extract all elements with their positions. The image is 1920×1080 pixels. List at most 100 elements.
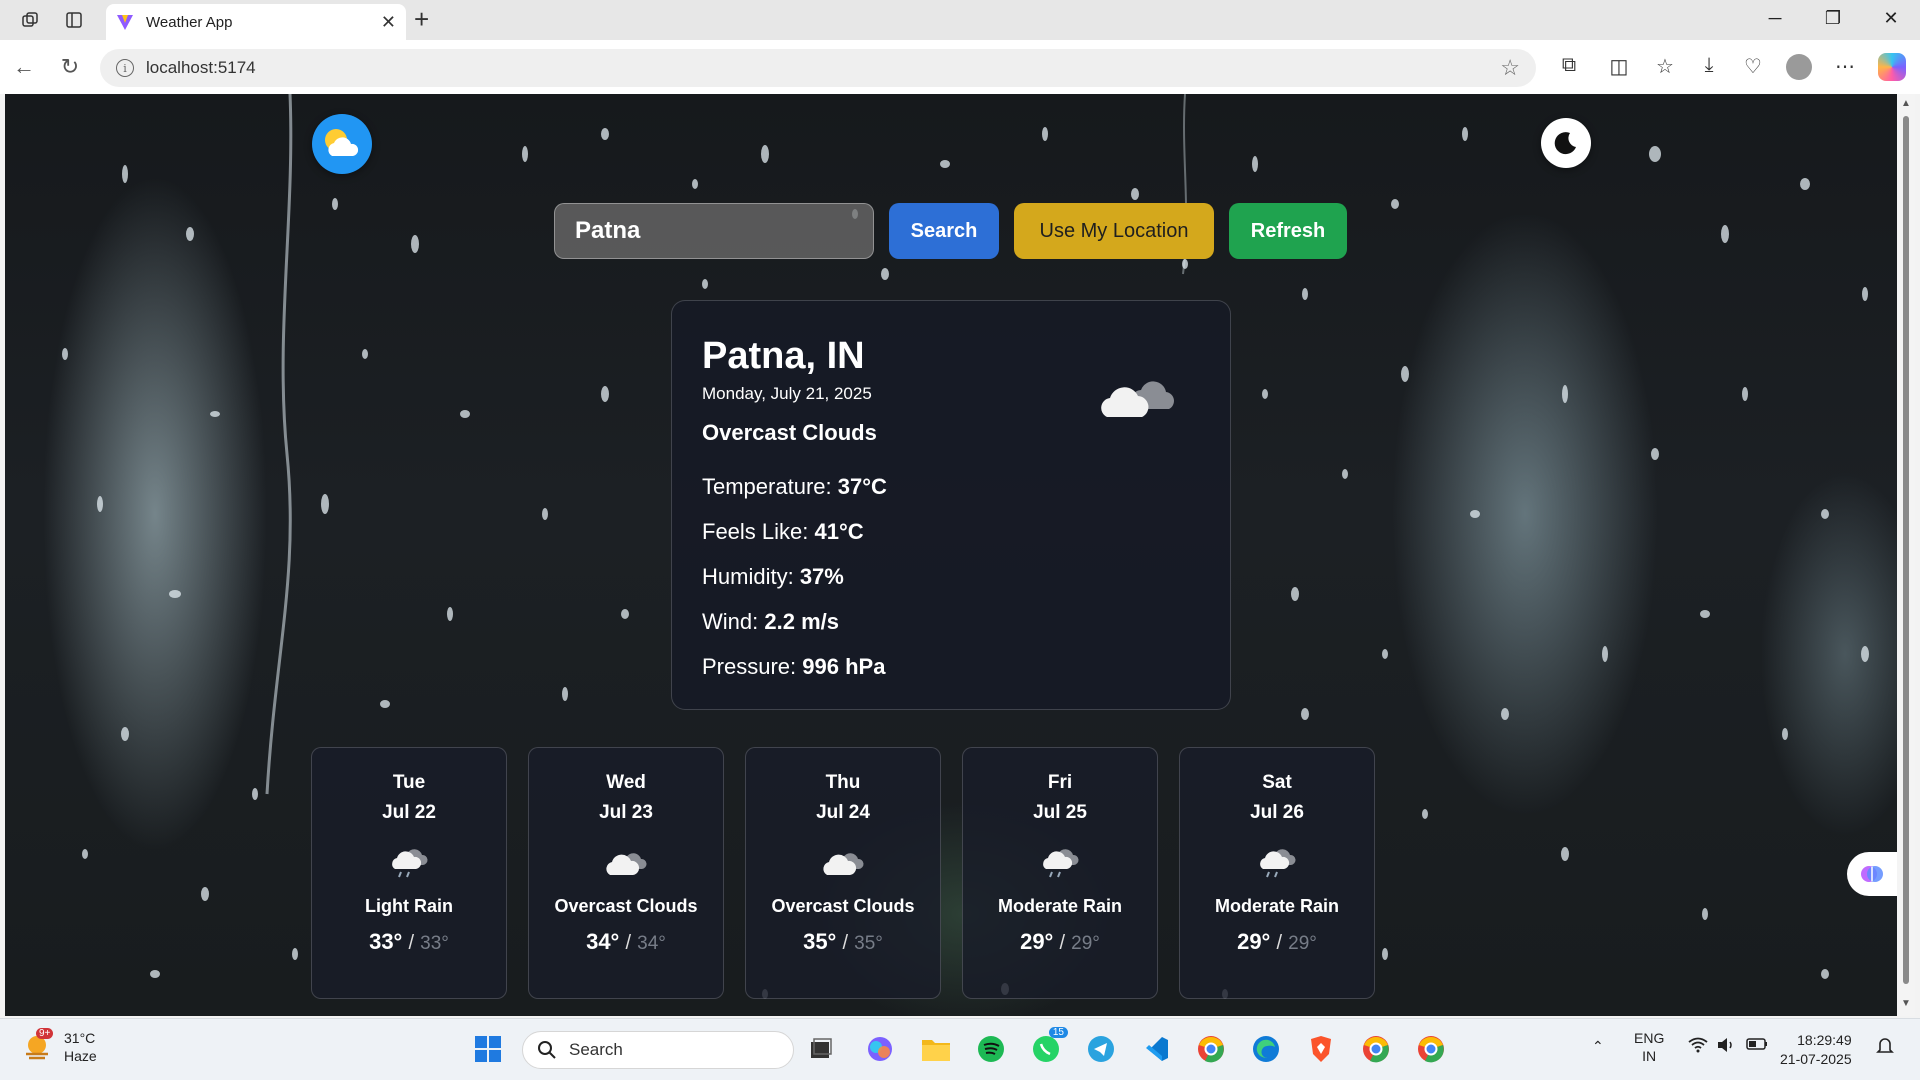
- scroll-thumb[interactable]: [1903, 116, 1909, 984]
- edge-browser-icon[interactable]: [1250, 1033, 1282, 1065]
- windows-taskbar: 9+ 31°C Haze Search 15 ⌃ ENG IN 18:29:49…: [0, 1018, 1920, 1080]
- back-arrow-icon[interactable]: ←: [10, 54, 38, 80]
- wifi-icon[interactable]: [1688, 1037, 1708, 1057]
- new-tab-icon[interactable]: +: [414, 6, 429, 32]
- stat-pressure: Pressure: 996 hPa: [702, 654, 886, 679]
- chrome-profile-icon[interactable]: [1195, 1033, 1227, 1065]
- forecast-date: Jul 24: [816, 802, 870, 823]
- forecast-temps: 33° / 33°: [369, 929, 449, 954]
- search-icon: [538, 1041, 556, 1059]
- split-screen-icon[interactable]: ◫: [1604, 54, 1634, 79]
- sun-haze-icon: 9+: [22, 1028, 54, 1062]
- close-window-icon[interactable]: ✕: [1876, 8, 1906, 29]
- forecast-temps: 29° / 29°: [1020, 929, 1100, 954]
- brain-extension-icon[interactable]: [1847, 852, 1897, 896]
- current-weather-card: Patna, IN Monday, July 21, 2025 Overcast…: [671, 300, 1231, 710]
- rain-cloud-icon: [1043, 849, 1079, 878]
- dark-mode-toggle[interactable]: [1541, 118, 1591, 168]
- vscode-icon[interactable]: [1140, 1033, 1172, 1065]
- taskbar-temperature: 31°C: [64, 1030, 96, 1046]
- cloud-icon: [823, 853, 864, 875]
- chrome-profile-icon[interactable]: [1415, 1033, 1447, 1065]
- telegram-icon[interactable]: [1085, 1033, 1117, 1065]
- weather-description: Overcast Clouds: [702, 420, 877, 445]
- moon-icon: [1554, 132, 1576, 155]
- forecast-description: Overcast Clouds: [771, 896, 915, 916]
- forecast-day: Fri: [1047, 772, 1073, 793]
- browser-tab-weather-app[interactable]: Weather App ✕: [106, 4, 406, 40]
- forecast-day: Thu: [825, 772, 861, 793]
- stat-wind: Wind: 2.2 m/s: [702, 609, 839, 634]
- spotify-icon[interactable]: [975, 1033, 1007, 1065]
- show-hidden-icons-icon[interactable]: ⌃: [1592, 1037, 1604, 1055]
- forecast-card: Fri Jul 25 Moderate Rain 29° / 29°: [962, 747, 1158, 999]
- profile-avatar[interactable]: [1786, 54, 1812, 80]
- task-view-icon[interactable]: [805, 1033, 837, 1065]
- copilot-app-icon[interactable]: [864, 1033, 896, 1065]
- forecast-card: Thu Jul 24 Overcast Clouds 35° / 35°: [745, 747, 941, 999]
- weather-stats: Temperature: 37°C Feels Like: 41°C Humid…: [702, 474, 1200, 680]
- brave-browser-icon[interactable]: [1305, 1033, 1337, 1065]
- url-text[interactable]: localhost:5174: [146, 58, 1500, 78]
- forecast-date: Jul 23: [599, 802, 653, 823]
- search-button[interactable]: Search: [889, 203, 999, 259]
- weather-app-page: Search Use My Location Refresh Patna, IN…: [5, 94, 1897, 1016]
- whatsapp-badge: 15: [1048, 1027, 1068, 1038]
- favorites-icon[interactable]: ☆: [1650, 54, 1680, 79]
- browser-tab-bar: Weather App ✕ + ─ ❐ ✕: [0, 0, 1920, 40]
- forecast-day: Wed: [606, 772, 646, 793]
- minimize-icon[interactable]: ─: [1760, 8, 1790, 29]
- reload-icon[interactable]: ↻: [56, 54, 84, 80]
- start-menu-icon[interactable]: [472, 1033, 504, 1065]
- vertical-tabs-icon[interactable]: [62, 8, 86, 32]
- taskbar-search-box[interactable]: Search: [522, 1031, 794, 1069]
- notifications-icon[interactable]: [1876, 1037, 1894, 1059]
- downloads-icon[interactable]: ⤓: [1694, 54, 1724, 77]
- forecast-temps: 29° / 29°: [1237, 929, 1317, 954]
- taskbar-weather-desc: Haze: [64, 1048, 97, 1064]
- forecast-card: Wed Jul 23 Overcast Clouds 34° / 34°: [528, 747, 724, 999]
- forecast-date: Jul 25: [1033, 802, 1087, 823]
- scroll-down-icon[interactable]: ▼: [1901, 998, 1911, 1009]
- file-explorer-icon[interactable]: [920, 1033, 952, 1065]
- tab-close-icon[interactable]: ✕: [381, 12, 396, 33]
- refresh-button[interactable]: Refresh: [1229, 203, 1347, 259]
- site-info-icon[interactable]: i: [116, 59, 134, 77]
- taskbar-clock[interactable]: 18:29:49 21-07-2025: [1780, 1031, 1852, 1069]
- vite-favicon-icon: [117, 15, 133, 30]
- battery-icon[interactable]: [1746, 1037, 1768, 1055]
- rain-cloud-icon: [1260, 849, 1296, 878]
- restore-icon[interactable]: ❐: [1818, 8, 1848, 29]
- browser-essentials-icon[interactable]: ♡: [1738, 54, 1768, 79]
- address-toolbar: ← ↻ i localhost:5174 ☆ ⧉ ◫ ☆ ⤓ ♡ ⋯: [0, 40, 1920, 94]
- copilot-icon[interactable]: [1878, 53, 1906, 81]
- chrome-profile-icon[interactable]: [1360, 1033, 1392, 1065]
- cloud-icon: [1101, 381, 1174, 417]
- cloud-icon: [606, 853, 647, 875]
- use-my-location-button[interactable]: Use My Location: [1014, 203, 1214, 259]
- forecast-date: Jul 26: [1250, 802, 1304, 823]
- more-menu-icon[interactable]: ⋯: [1830, 54, 1860, 79]
- extensions-icon[interactable]: ⧉: [1554, 54, 1584, 77]
- forecast-date: Jul 22: [382, 802, 436, 823]
- rain-cloud-icon: [392, 849, 428, 878]
- scroll-up-icon[interactable]: ▲: [1901, 98, 1911, 109]
- forecast-description: Moderate Rain: [997, 896, 1123, 916]
- forecast-day: Tue: [392, 772, 426, 793]
- workspaces-icon[interactable]: [18, 8, 42, 32]
- forecast-temps: 34° / 34°: [586, 929, 666, 954]
- page-scrollbar[interactable]: ▲ ▼: [1897, 94, 1915, 1016]
- taskbar-weather-widget[interactable]: 9+ 31°C Haze: [22, 1028, 97, 1065]
- stat-feels-like: Feels Like: 41°C: [702, 519, 864, 544]
- stat-humidity: Humidity: 37%: [702, 564, 844, 589]
- whatsapp-icon[interactable]: 15: [1030, 1027, 1068, 1065]
- language-code: ENG: [1634, 1030, 1665, 1046]
- language-indicator[interactable]: ENG IN: [1634, 1029, 1664, 1065]
- favorite-star-icon[interactable]: ☆: [1500, 55, 1520, 81]
- address-bar[interactable]: i localhost:5174 ☆: [100, 49, 1536, 87]
- city-search-input[interactable]: [554, 203, 874, 259]
- region-code: IN: [1642, 1048, 1657, 1064]
- volume-icon[interactable]: [1716, 1037, 1736, 1057]
- forecast-description: Overcast Clouds: [554, 896, 698, 916]
- weather-notification-badge: 9+: [36, 1028, 54, 1039]
